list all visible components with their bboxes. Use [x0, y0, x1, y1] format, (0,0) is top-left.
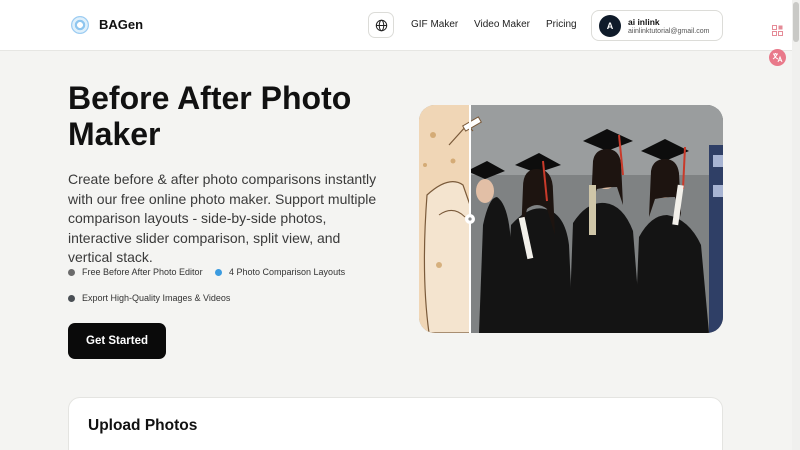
- account-name: ai inlink: [628, 17, 660, 27]
- nav-pricing[interactable]: Pricing: [546, 19, 577, 30]
- upload-photos-title: Upload Photos: [88, 417, 198, 434]
- avatar: A: [599, 15, 621, 37]
- language-button[interactable]: [368, 12, 394, 38]
- globe-icon: [375, 19, 387, 31]
- translate-icon[interactable]: [769, 49, 786, 66]
- feature-label: 4 Photo Comparison Layouts: [229, 267, 346, 277]
- feature-item: Free Before After Photo Editor: [68, 267, 203, 277]
- account-email: aiinlinktutorial@gmail.com: [628, 28, 710, 35]
- grid-icon[interactable]: [772, 25, 783, 36]
- get-started-button[interactable]: Get Started: [68, 323, 166, 359]
- feature-item: Export High-Quality Images & Videos: [68, 293, 230, 303]
- logo-icon[interactable]: [71, 16, 89, 34]
- nav-gif-maker[interactable]: GIF Maker: [411, 19, 458, 30]
- page-title: Before After Photo Maker: [68, 80, 352, 152]
- upload-photos-card: Upload Photos: [68, 397, 723, 450]
- hero-description: Create before & after photo comparisons …: [68, 171, 377, 265]
- page-scrollbar[interactable]: [792, 0, 800, 450]
- account-menu[interactable]: A ai inlink aiinlinktutorial@gmail.com: [591, 10, 723, 41]
- feature-bullet-icon: [215, 268, 222, 276]
- nav-video-maker[interactable]: Video Maker: [474, 19, 530, 30]
- brand-name[interactable]: BAGen: [99, 17, 143, 32]
- comparison-image: [419, 105, 723, 333]
- scrollbar-thumb[interactable]: [793, 2, 799, 42]
- before-after-preview[interactable]: [419, 105, 723, 333]
- translate-glyph-icon: [772, 53, 783, 63]
- top-header: BAGen GIF Maker Video Maker Pricing A ai…: [0, 0, 792, 51]
- feature-label: Free Before After Photo Editor: [82, 267, 203, 277]
- feature-item: 4 Photo Comparison Layouts: [215, 267, 345, 277]
- feature-label: Export High-Quality Images & Videos: [82, 293, 231, 303]
- feature-bullet-icon: [68, 294, 75, 302]
- feature-bullet-icon: [68, 268, 75, 276]
